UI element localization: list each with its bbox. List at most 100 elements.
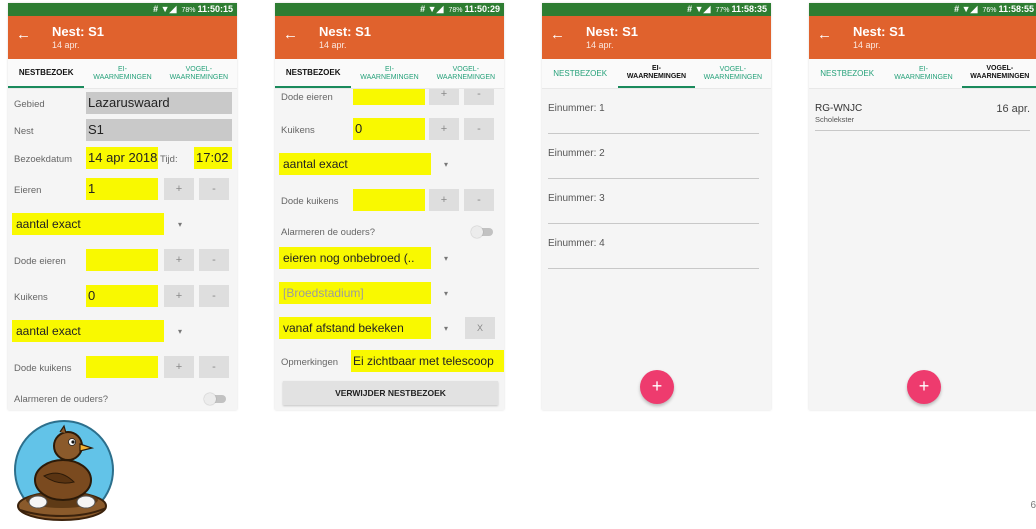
broedstadium-placeholder-select[interactable]: [Broedstadium] (279, 282, 431, 304)
page-title: Nest: S1 (52, 24, 105, 39)
tab-nestbezoek[interactable]: NESTBEZOEK (809, 59, 885, 88)
arrow-left-icon[interactable]: ← (817, 26, 832, 43)
dode-eieren-plus-button[interactable]: + (164, 249, 194, 271)
delete-nestbezoek-button[interactable]: VERWIJDER NESTBEZOEK (283, 381, 498, 405)
arrow-left-icon[interactable]: ← (283, 26, 298, 43)
kuikens-plus-button[interactable]: + (164, 285, 194, 307)
add-egg-button[interactable]: + (640, 370, 674, 404)
dode-kuikens-minus-button[interactable]: - (199, 356, 229, 378)
bezoekdatum-field[interactable]: 14 apr 2018 (86, 147, 158, 169)
row-eieren: Eieren 1 + - (8, 178, 237, 202)
status-icons: # ▼◢ (954, 4, 978, 14)
tab-vogel-waarnemingen[interactable]: VOGEL- WAARNEMINGEN (695, 59, 771, 88)
bird-code: RG-WNJC (815, 103, 863, 114)
phone-screen-nestbezoek-top: # ▼◢ 78% 11:50:15 ← Nest: S1 14 apr. NESTB… (8, 3, 237, 410)
tab-nestbezoek[interactable]: NESTBEZOEK (542, 59, 618, 88)
broedstadium-select[interactable]: eieren nog onbebroed (.. (279, 247, 431, 269)
kuikens-minus-button[interactable]: - (199, 285, 229, 307)
gebied-label: Gebied (14, 99, 45, 110)
bird-list: RG-WNJC Scholekster 16 apr. + (809, 89, 1036, 410)
tab-ei-waarnemingen[interactable]: EI- WAARNEMINGEN (84, 59, 160, 88)
dode-kuikens-field[interactable] (86, 356, 158, 378)
kuikens-field[interactable]: 0 (86, 285, 158, 307)
battery-level: 78% (181, 7, 196, 14)
dode-kuikens-minus-button[interactable]: - (464, 189, 494, 211)
tab-ei-waarnemingen[interactable]: EI- WAARNEMINGEN (618, 59, 695, 88)
alarmeren-label: Alarmeren de ouders? (14, 394, 108, 405)
page-title: Nest: S1 (319, 24, 372, 39)
form-content: Dode eieren + - Kuikens 0 + - aantal exa… (275, 89, 504, 410)
dode-eieren-field[interactable] (353, 89, 425, 105)
tab-bar: NESTBEZOEK EI- WAARNEMINGEN VOGEL- WAARN… (809, 59, 1036, 89)
list-item[interactable]: RG-WNJC Scholekster 16 apr. (815, 89, 1030, 131)
list-item[interactable]: Einummer: 3 (548, 179, 759, 224)
clear-button[interactable]: X (465, 317, 495, 339)
eieren-field[interactable]: 1 (86, 178, 158, 200)
tab-ei-waarnemingen[interactable]: EI- WAARNEMINGEN (885, 59, 961, 88)
list-item[interactable]: Einummer: 2 (548, 134, 759, 179)
chevron-down-icon[interactable]: ▾ (178, 327, 182, 336)
eieren-minus-button[interactable]: - (199, 178, 229, 200)
tab-vogel-waarnemingen[interactable]: VOGEL- WAARNEMINGEN (428, 59, 504, 88)
app-bar: ← Nest: S1 14 apr. (8, 16, 237, 59)
tab-nestbezoek[interactable]: NESTBEZOEK (8, 59, 85, 88)
eieren-plus-button[interactable]: + (164, 178, 194, 200)
tab-vogel-waarnemingen[interactable]: VOGEL- WAARNEMINGEN (161, 59, 237, 88)
aantal-select-kuikens[interactable]: aantal exact (279, 153, 431, 175)
list-item[interactable]: Einummer: 1 (548, 89, 759, 134)
tab-ei-waarnemingen[interactable]: EI- WAARNEMINGEN (351, 59, 427, 88)
battery-level: 77% (715, 7, 730, 14)
eieren-label: Eieren (14, 185, 42, 196)
tab-ei-label: EI- WAARNEMINGEN (360, 65, 419, 81)
chevron-down-icon[interactable]: ▾ (178, 220, 182, 229)
bird-date: 16 apr. (996, 103, 1030, 115)
tijd-field[interactable]: 17:02 (194, 147, 232, 169)
list-item[interactable]: Einummer: 4 (548, 224, 759, 269)
row-nest: Nest S1 (8, 119, 237, 143)
kuikens-label: Kuikens (14, 292, 48, 303)
status-icons: # ▼◢ (153, 4, 177, 14)
kuikens-field[interactable]: 0 (353, 118, 425, 140)
chevron-down-icon[interactable]: ▾ (444, 160, 448, 169)
add-bird-button[interactable]: + (907, 370, 941, 404)
tab-vogel-label: VOGEL- WAARNEMINGEN (970, 64, 1030, 80)
chevron-down-icon[interactable]: ▾ (444, 324, 448, 333)
tab-bar: NESTBEZOEK EI- WAARNEMINGEN VOGEL- WAARN… (542, 59, 771, 89)
dode-eieren-minus-button[interactable]: - (199, 249, 229, 271)
opmerkingen-field[interactable]: Ei zichtbaar met telescoop (351, 350, 504, 372)
alarmeren-label: Alarmeren de ouders? (281, 227, 375, 238)
tab-nestbezoek[interactable]: NESTBEZOEK (275, 59, 352, 88)
aantal-select[interactable]: aantal exact (12, 213, 164, 235)
tab-vogel-waarnemingen[interactable]: VOGEL- WAARNEMINGEN (961, 59, 1036, 88)
tijd-label: Tijd: (160, 154, 178, 165)
dode-eieren-minus-button[interactable]: - (464, 89, 494, 105)
tab-ei-label: EI- WAARNEMINGEN (894, 65, 953, 81)
nest-field[interactable]: S1 (86, 119, 232, 141)
row-alarmeren: Alarmeren de ouders? (275, 220, 504, 244)
alarmeren-toggle[interactable] (204, 393, 226, 405)
dode-kuikens-plus-button[interactable]: + (429, 189, 459, 211)
dode-kuikens-field[interactable] (353, 189, 425, 211)
kuikens-minus-button[interactable]: - (464, 118, 494, 140)
dode-kuikens-plus-button[interactable]: + (164, 356, 194, 378)
row-bezoekdatum: Bezoekdatum 14 apr 2018 Tijd: 17:02 (8, 147, 237, 171)
aantal-select-kuikens[interactable]: aantal exact (12, 320, 164, 342)
page-title: Nest: S1 (853, 24, 906, 39)
arrow-left-icon[interactable]: ← (550, 26, 565, 43)
bekeken-select[interactable]: vanaf afstand bekeken (279, 317, 431, 339)
dode-eieren-plus-button[interactable]: + (429, 89, 459, 105)
clock: 11:50:15 (197, 4, 233, 14)
kuikens-plus-button[interactable]: + (429, 118, 459, 140)
alarmeren-toggle[interactable] (471, 226, 493, 238)
chevron-down-icon[interactable]: ▾ (444, 254, 448, 263)
chevron-down-icon[interactable]: ▾ (444, 289, 448, 298)
opmerkingen-label: Opmerkingen (281, 357, 339, 368)
dode-eieren-field[interactable] (86, 249, 158, 271)
arrow-left-icon[interactable]: ← (16, 26, 31, 43)
tab-bar: NESTBEZOEK EI- WAARNEMINGEN VOGEL- WAARN… (8, 59, 237, 89)
row-alarmeren: Alarmeren de ouders? (8, 387, 237, 410)
gebied-field[interactable]: Lazaruswaard (86, 92, 232, 114)
phone-screen-vogel-waarnemingen: # ▼◢ 76% 11:58:55 ← Nest: S1 14 apr. NESTB… (809, 3, 1036, 410)
page-number: 6 (1030, 500, 1036, 511)
row-dode-eieren: Dode eieren + - (275, 89, 504, 107)
